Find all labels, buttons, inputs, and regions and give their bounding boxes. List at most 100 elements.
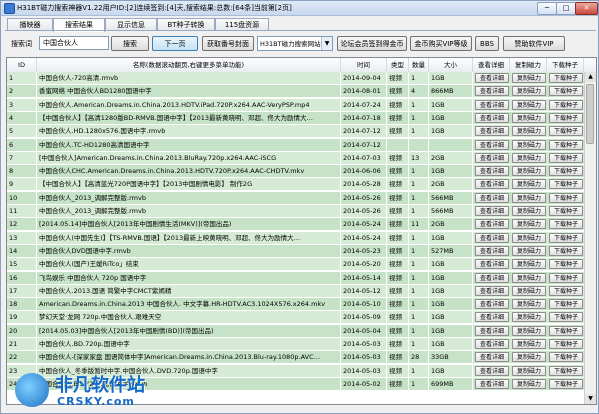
view-details-button[interactable]: 查看详细 [475, 352, 509, 363]
table-row[interactable]: 19 梦幻天堂·龙网 720p.中国合伙人.艰难天空 2014-05-09 视频 1 1G… [7, 311, 584, 325]
col-view[interactable]: 查看详细 [473, 58, 510, 72]
table-row[interactable]: 7 [中国合伙人]American.Dreams.in.China.2013.Bl… [7, 151, 584, 165]
view-details-button[interactable]: 查看详细 [475, 139, 509, 150]
table-row[interactable]: 14 中国合伙人DVD国语中字.rmvb 2014-05-23 视频 1 527MB 查看详… [7, 244, 584, 258]
col-size[interactable]: 大小 [429, 58, 473, 72]
table-row[interactable]: 13 中国合伙人(中国先生)】【TS-RMVB.国语】【2013最新上映黄晓明、邓… [7, 231, 584, 245]
buy-vip-button[interactable]: 金币购买VIP等级 [410, 36, 472, 51]
table-row[interactable]: 22 中国合伙人-[深家家盘 国语简体中字]American.Dreams.in.… [7, 351, 584, 365]
col-download[interactable]: 下载种子 [547, 58, 584, 72]
download-torrent-button[interactable]: 下载种子 [549, 325, 583, 336]
download-torrent-button[interactable]: 下载种子 [549, 352, 583, 363]
col-name[interactable]: 名称(数据滚动翻页,右键更多菜单功能) [37, 58, 341, 72]
view-details-button[interactable]: 查看详细 [475, 86, 509, 97]
download-torrent-button[interactable]: 下载种子 [549, 86, 583, 97]
minimize-button[interactable]: ─ [537, 2, 557, 15]
bbs-button[interactable]: BBS [475, 36, 499, 51]
download-torrent-button[interactable]: 下载种子 [549, 112, 583, 123]
copy-magnet-button[interactable]: 复制磁力 [512, 352, 546, 363]
view-details-button[interactable]: 查看详细 [475, 73, 509, 83]
table-row[interactable]: 17 中国合伙人.2013.国语 简繁中字CMCT紫嫣精 2014-05-12 视频 1… [7, 284, 584, 298]
table-row[interactable]: 18 American.Dreams.in.China.2013 中国合伙人. 中… [7, 298, 584, 312]
table-row[interactable]: 1 中国合伙人-720高清.rmvb 2014-09-04 视频 1 1GB 查看详细 复制磁… [7, 72, 584, 85]
download-torrent-button[interactable]: 下载种子 [549, 166, 583, 177]
copy-magnet-button[interactable]: 复制磁力 [512, 339, 546, 349]
download-torrent-button[interactable]: 下载种子 [549, 206, 583, 216]
view-details-button[interactable]: 查看详细 [475, 259, 509, 270]
download-torrent-button[interactable]: 下载种子 [549, 139, 583, 150]
download-torrent-button[interactable]: 下载种子 [549, 179, 583, 190]
view-details-button[interactable]: 查看详细 [475, 299, 509, 310]
col-copy[interactable]: 复制磁力 [510, 58, 547, 72]
view-details-button[interactable]: 查看详细 [475, 179, 509, 190]
view-details-button[interactable]: 查看详细 [475, 112, 509, 123]
view-details-button[interactable]: 查看详细 [475, 325, 509, 336]
download-torrent-button[interactable]: 下载种子 [549, 285, 583, 296]
copy-magnet-button[interactable]: 复制磁力 [512, 378, 546, 389]
table-row[interactable]: 6 中国合伙人.TC-HD1280高清国语中字 2014-07-12 查看详细 复制磁力… [7, 138, 584, 152]
view-details-button[interactable]: 查看详细 [475, 272, 509, 283]
download-torrent-button[interactable]: 下载种子 [549, 259, 583, 270]
table-row[interactable]: 9 【中国合伙人】【高清蓝光720P国语中字】【2013中国剧情电影】 制作2G 2… [7, 178, 584, 192]
copy-magnet-button[interactable]: 复制磁力 [512, 272, 546, 283]
copy-magnet-button[interactable]: 复制磁力 [512, 179, 546, 190]
download-torrent-button[interactable]: 下载种子 [549, 272, 583, 283]
table-row[interactable]: 5 中国合伙人.HD.1280x576.国语中字.rmvb 2014-07-12 视频… [7, 125, 584, 139]
view-details-button[interactable]: 查看详细 [475, 232, 509, 243]
view-details-button[interactable]: 查看详细 [475, 206, 509, 216]
copy-magnet-button[interactable]: 复制磁力 [512, 365, 546, 376]
view-details-button[interactable]: 查看详细 [475, 166, 509, 177]
download-torrent-button[interactable]: 下载种子 [549, 219, 583, 230]
download-torrent-button[interactable]: 下载种子 [549, 232, 583, 243]
copy-magnet-button[interactable]: 复制磁力 [512, 99, 546, 110]
table-row[interactable]: 21 中国合伙人.BD.720p.国语中字 2014-05-03 视频 1 1GB 查看详细… [7, 338, 584, 351]
copy-magnet-button[interactable]: 复制磁力 [512, 219, 546, 230]
download-torrent-button[interactable]: 下载种子 [549, 73, 583, 83]
copy-magnet-button[interactable]: 复制磁力 [512, 285, 546, 296]
view-details-button[interactable]: 查看详细 [475, 152, 509, 163]
search-input[interactable]: 中国合伙人 [39, 36, 109, 50]
view-details-button[interactable]: 查看详细 [475, 192, 509, 203]
copy-magnet-button[interactable]: 复制磁力 [512, 112, 546, 123]
forum-signin-button[interactable]: 论坛会员签到得金币 [337, 36, 407, 51]
view-details-button[interactable]: 查看详细 [475, 285, 509, 296]
copy-magnet-button[interactable]: 复制磁力 [512, 166, 546, 177]
copy-magnet-button[interactable]: 复制磁力 [512, 245, 546, 256]
search-button[interactable]: 搜索 [111, 36, 149, 51]
download-torrent-button[interactable]: 下载种子 [549, 99, 583, 110]
copy-magnet-button[interactable]: 复制磁力 [512, 139, 546, 150]
scroll-down-icon[interactable]: ▼ [585, 394, 596, 404]
sponsor-vip-button[interactable]: 赞助软件VIP [503, 36, 565, 51]
table-row[interactable]: 12 [2014.05.14]中国合伙人[2013年中国剧情生活(MKV)](帝国… [7, 218, 584, 232]
download-torrent-button[interactable]: 下载种子 [549, 192, 583, 203]
download-torrent-button[interactable]: 下载种子 [549, 365, 583, 376]
copy-magnet-button[interactable]: 复制磁力 [512, 206, 546, 216]
copy-magnet-button[interactable]: 复制磁力 [512, 232, 546, 243]
scroll-thumb[interactable] [586, 84, 594, 144]
view-details-button[interactable]: 查看详细 [475, 378, 509, 389]
view-details-button[interactable]: 查看详细 [475, 219, 509, 230]
copy-magnet-button[interactable]: 复制磁力 [512, 192, 546, 203]
col-time[interactable]: 时间 [341, 58, 387, 72]
view-details-button[interactable]: 查看详细 [475, 365, 509, 376]
table-row[interactable]: 8 中国合伙人CHC.American.Dreams.in.China.2013.… [7, 165, 584, 179]
col-id[interactable]: ID [7, 58, 37, 72]
copy-magnet-button[interactable]: 复制磁力 [512, 299, 546, 310]
next-page-button[interactable]: 下一页 [152, 36, 198, 51]
col-type[interactable]: 类型 [387, 58, 409, 72]
view-details-button[interactable]: 查看详细 [475, 99, 509, 110]
download-torrent-button[interactable]: 下载种子 [549, 299, 583, 310]
maximize-button[interactable]: □ [556, 2, 576, 15]
copy-magnet-button[interactable]: 复制磁力 [512, 312, 546, 323]
close-button[interactable]: ✕ [575, 2, 598, 15]
col-count[interactable]: 数量 [409, 58, 429, 72]
view-details-button[interactable]: 查看详细 [475, 245, 509, 256]
download-torrent-button[interactable]: 下载种子 [549, 312, 583, 323]
table-row[interactable]: 3 中国合伙人.American.Dreams.in.China.2013.HDT… [7, 98, 584, 112]
table-row[interactable]: 16 飞鸟娱乐 中国合伙人 720p 国语中字 2014-05-14 视频 1 1GB 查看… [7, 271, 584, 285]
download-torrent-button[interactable]: 下载种子 [549, 245, 583, 256]
download-torrent-button[interactable]: 下载种子 [549, 152, 583, 163]
fetch-cover-button[interactable]: 获取番号封面 [202, 36, 254, 51]
scroll-up-icon[interactable]: ▲ [585, 72, 596, 82]
table-row[interactable]: 4 【中国合伙人】【高清1280版BD-RMVB.国语中字】【2013最新黄晓明、… [7, 111, 584, 125]
